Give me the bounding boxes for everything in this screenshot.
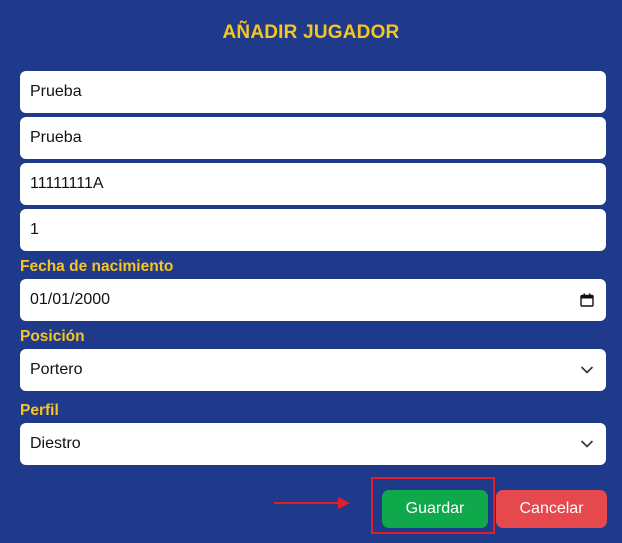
dni-value: 11111111A [30, 175, 104, 192]
profile-value: Diestro [30, 435, 81, 452]
number-value: 1 [30, 221, 39, 238]
chevron-down-icon [580, 440, 594, 448]
save-button[interactable]: Guardar [382, 490, 488, 528]
birthdate-label: Fecha de nacimiento [20, 258, 174, 275]
birthdate-field[interactable]: 01/01/2000 [20, 279, 606, 321]
name-value: Prueba [30, 83, 82, 100]
position-value: Portero [30, 361, 83, 378]
number-field[interactable]: 1 [20, 209, 606, 251]
profile-label: Perfil [20, 402, 59, 419]
surname-field[interactable]: Prueba [20, 117, 606, 159]
chevron-down-icon [580, 366, 594, 374]
birthdate-value: 01/01/2000 [30, 291, 111, 308]
position-select[interactable]: Portero [20, 349, 606, 391]
arrow-right-icon [274, 497, 350, 509]
calendar-icon[interactable] [580, 293, 594, 307]
position-label: Posición [20, 328, 85, 345]
form-title: AÑADIR JUGADOR [222, 22, 400, 43]
cancel-button[interactable]: Cancelar [496, 490, 607, 528]
surname-value: Prueba [30, 129, 82, 146]
name-field[interactable]: Prueba [20, 71, 606, 113]
profile-select[interactable]: Diestro [20, 423, 606, 465]
dni-field[interactable]: 11111111A [20, 163, 606, 205]
